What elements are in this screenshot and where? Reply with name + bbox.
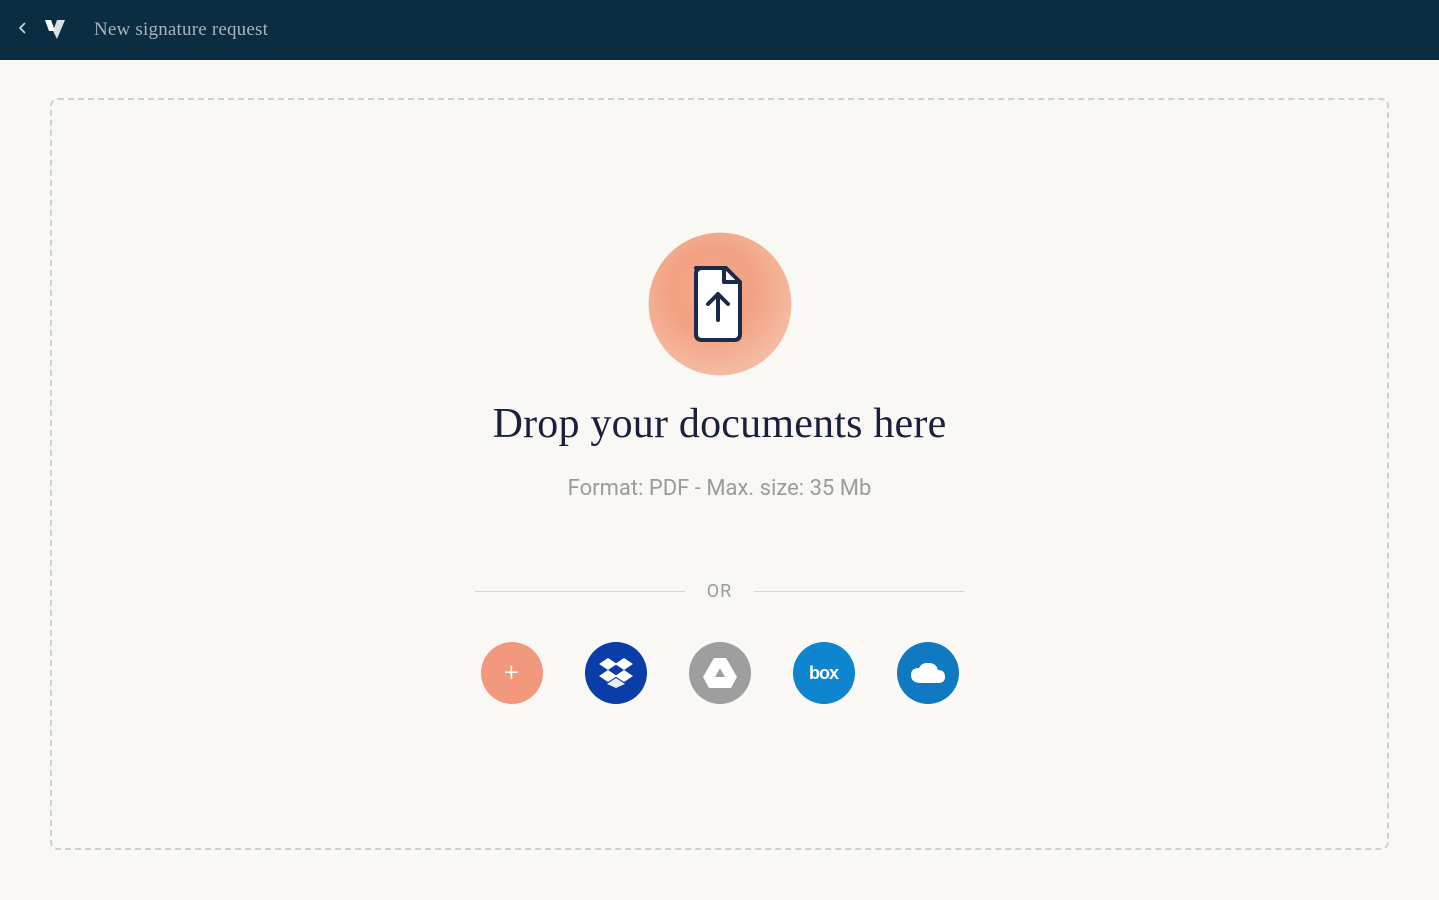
main-canvas: Drop your documents here Format: PDF - M… — [0, 60, 1439, 900]
plus-icon: + — [504, 660, 519, 686]
dropzone-subtext: Format: PDF - Max. size: 35 Mb — [568, 476, 872, 501]
back-button[interactable] — [12, 18, 32, 43]
divider-line-right — [754, 591, 964, 592]
chevron-left-icon — [18, 22, 26, 34]
file-upload-icon — [688, 264, 752, 344]
google-drive-button[interactable] — [689, 642, 751, 704]
divider-line-left — [475, 591, 685, 592]
box-icon: box — [809, 663, 838, 684]
box-button[interactable]: box — [793, 642, 855, 704]
yousign-logo-icon — [42, 17, 68, 43]
dropzone-heading: Drop your documents here — [493, 400, 947, 448]
google-drive-icon — [703, 658, 737, 688]
app-logo — [42, 17, 68, 43]
upload-illustration — [650, 234, 790, 374]
upload-provider-row: + box — [481, 642, 959, 704]
dropbox-icon — [599, 658, 633, 688]
page-title: New signature request — [94, 19, 268, 41]
file-drop-zone[interactable]: Drop your documents here Format: PDF - M… — [50, 98, 1389, 850]
top-bar: New signature request — [0, 0, 1439, 60]
or-label: OR — [707, 581, 732, 602]
onedrive-button[interactable] — [897, 642, 959, 704]
or-divider: OR — [475, 581, 964, 602]
add-local-file-button[interactable]: + — [481, 642, 543, 704]
dropbox-button[interactable] — [585, 642, 647, 704]
onedrive-icon — [909, 661, 947, 685]
